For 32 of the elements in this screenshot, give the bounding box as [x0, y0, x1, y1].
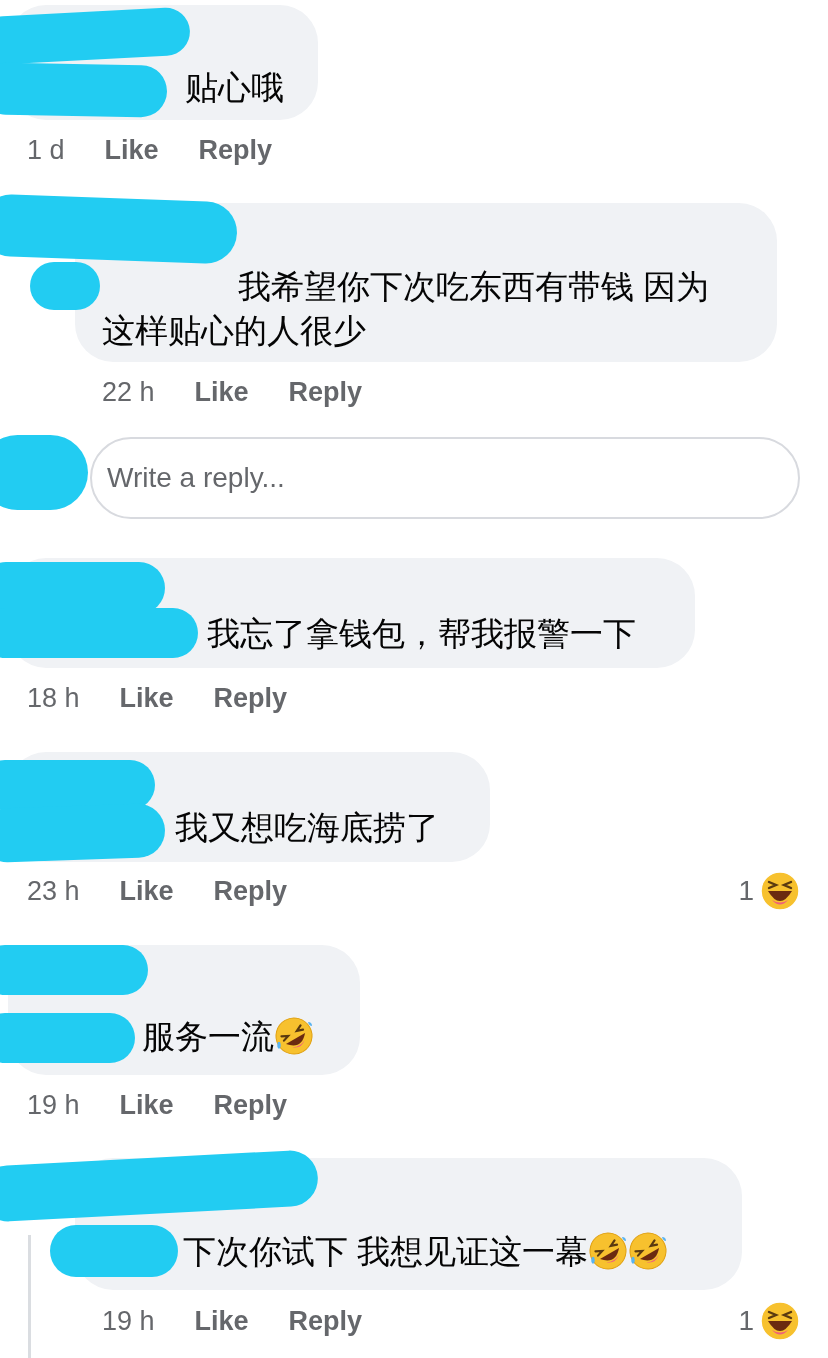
comment-time: 22 h: [102, 375, 155, 409]
comment-text: 服务一流: [142, 1018, 274, 1055]
reply-link[interactable]: Reply: [213, 677, 288, 719]
rolling-laughing-emoji-icon: [274, 1016, 314, 1057]
comment-text: 我又想吃海底捞了: [175, 809, 439, 846]
comment-text: 贴心哦: [185, 69, 284, 106]
like-link[interactable]: Like: [194, 1300, 249, 1342]
comment-time: 19 h: [27, 1088, 80, 1122]
comment-time: 23 h: [27, 874, 80, 908]
reply-link[interactable]: Reply: [213, 870, 288, 912]
reply-link[interactable]: Reply: [213, 1084, 288, 1126]
comment-time: 18 h: [27, 681, 80, 715]
comment-text: 下次你试下 我想见证这一幕: [183, 1233, 589, 1270]
comment-time: 1 d: [27, 133, 65, 167]
like-link[interactable]: Like: [119, 677, 174, 719]
reply-link[interactable]: Reply: [288, 1300, 363, 1342]
comment-time: 19 h: [102, 1304, 155, 1338]
rolling-laughing-emoji-icon: [628, 1231, 669, 1272]
reply-link[interactable]: Reply: [198, 129, 273, 171]
like-link[interactable]: Like: [194, 371, 249, 413]
comment-text: 我忘了拿钱包，帮我报警一下: [207, 615, 636, 652]
rolling-laughing-emoji-icon: [588, 1231, 629, 1272]
like-link[interactable]: Like: [104, 129, 159, 171]
reaction-count: 1: [738, 1304, 754, 1338]
reply-link[interactable]: Reply: [288, 371, 363, 413]
comment-text: 我希望你下次吃东西有带钱 因为这样贴心的人很少: [102, 267, 711, 351]
laughing-emoji-icon[interactable]: [760, 1301, 800, 1341]
reaction-count: 1: [738, 874, 754, 908]
laughing-emoji-icon[interactable]: [760, 871, 800, 911]
like-link[interactable]: Like: [119, 870, 174, 912]
like-link[interactable]: Like: [119, 1084, 174, 1126]
reply-input-field[interactable]: Write a reply...: [90, 437, 800, 519]
